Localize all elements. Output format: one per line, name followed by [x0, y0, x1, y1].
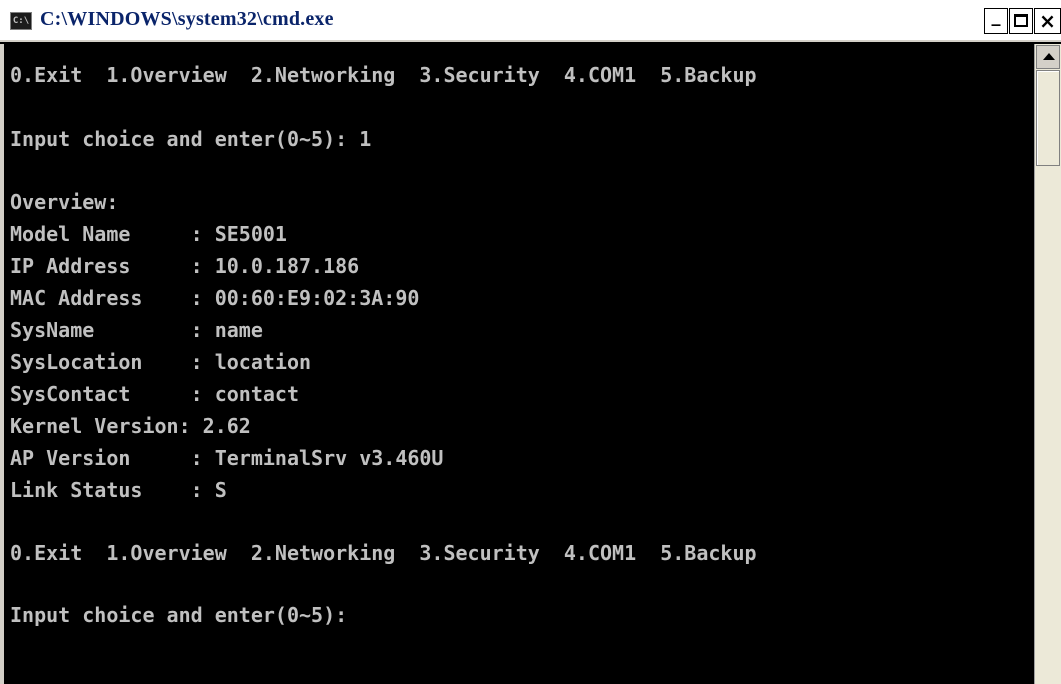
console-output[interactable]: 0.Exit 1.Overview 2.Networking 3.Securit… — [4, 44, 1034, 684]
info-line-syslocation: SysLocation : location — [10, 350, 312, 374]
info-line-ip-address: IP Address : 10.0.187.186 — [10, 254, 360, 278]
menu-line: 0.Exit 1.Overview 2.Networking 3.Securit… — [10, 541, 757, 565]
minimize-button[interactable]: _ — [984, 8, 1008, 34]
info-line-sysname: SysName : name — [10, 318, 263, 342]
vertical-scrollbar[interactable] — [1034, 44, 1061, 684]
minimize-icon: _ — [991, 6, 1001, 27]
close-icon: × — [1039, 9, 1056, 33]
menu-line: 0.Exit 1.Overview 2.Networking 3.Securit… — [10, 63, 757, 87]
scrollbar-thumb[interactable] — [1036, 70, 1060, 166]
title-bar[interactable]: C:\ C:\WINDOWS\system32\cmd.exe _ × — [0, 0, 1061, 42]
info-line-mac-address: MAC Address : 00:60:E9:02:3A:90 — [10, 286, 420, 310]
cmd-window: C:\ C:\WINDOWS\system32\cmd.exe _ × 0.Ex… — [0, 0, 1061, 684]
scroll-up-button[interactable] — [1036, 45, 1060, 69]
info-line-model-name: Model Name : SE5001 — [10, 222, 287, 246]
overview-heading: Overview: — [10, 190, 119, 214]
window-title: C:\WINDOWS\system32\cmd.exe — [40, 8, 334, 30]
scroll-up-arrow-icon — [1043, 53, 1055, 60]
info-line-kernel-version: Kernel Version: 2.62 — [10, 414, 251, 438]
input-prompt-line[interactable]: Input choice and enter(0~5): — [10, 600, 347, 630]
cmd-app-icon[interactable]: C:\ — [10, 12, 32, 30]
maximize-icon — [1014, 14, 1028, 27]
info-line-link-status: Link Status : S — [10, 478, 227, 502]
input-prompt-line: Input choice and enter(0~5): 1 — [10, 127, 372, 151]
info-line-ap-version: AP Version : TerminalSrv v3.460U — [10, 446, 444, 470]
info-line-syscontact: SysContact : contact — [10, 382, 299, 406]
maximize-button[interactable] — [1009, 8, 1033, 34]
close-button[interactable]: × — [1034, 8, 1061, 34]
